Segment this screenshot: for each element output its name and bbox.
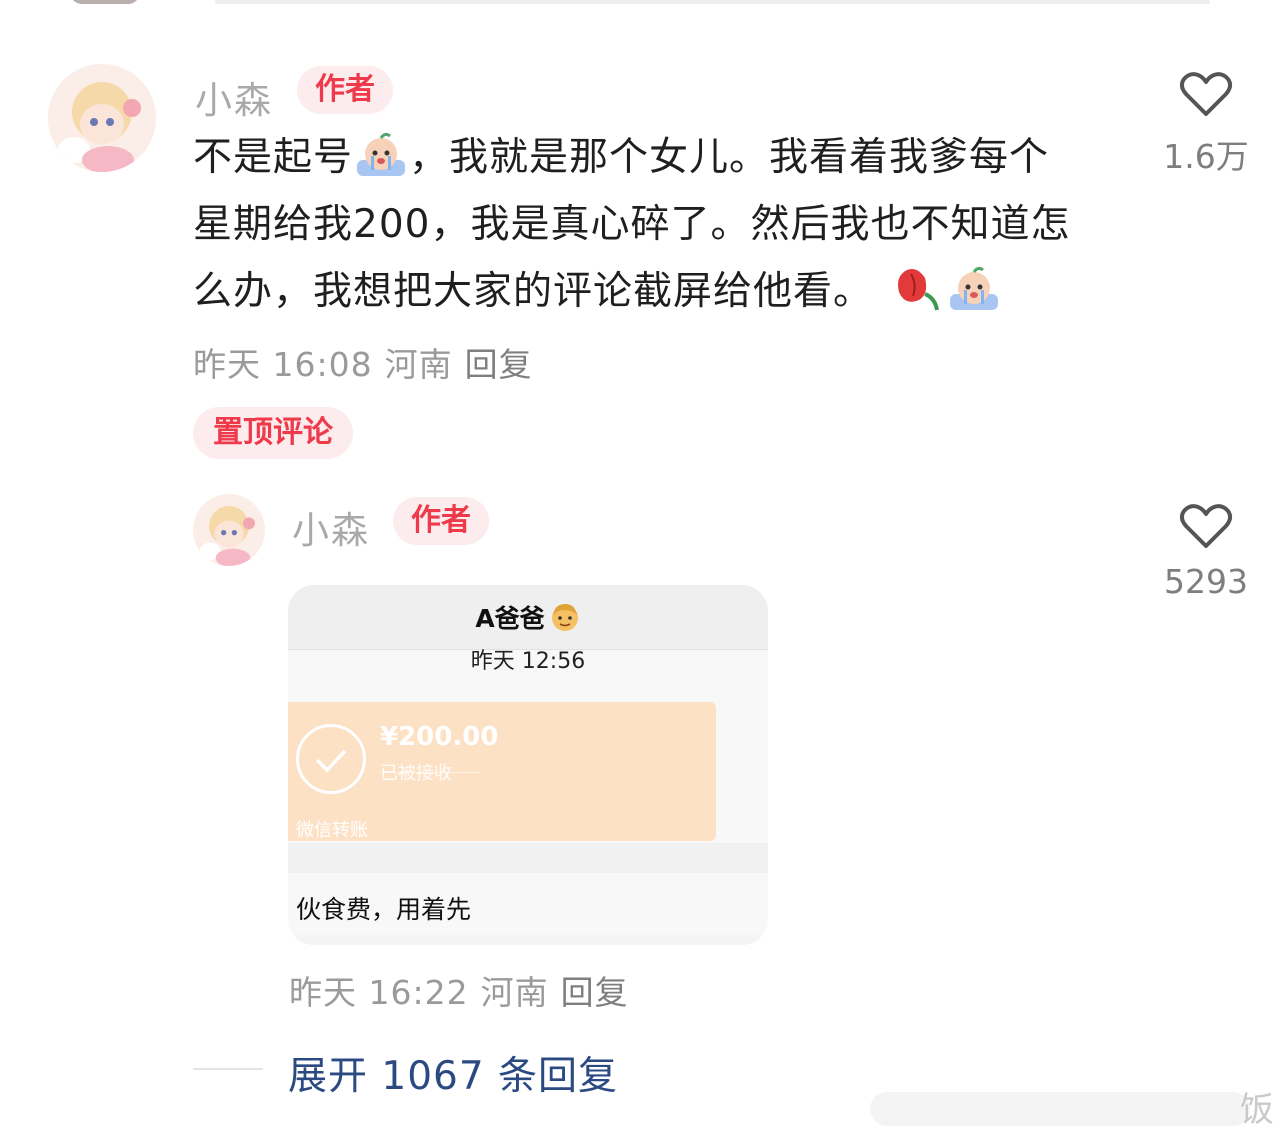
- avatar[interactable]: [48, 64, 156, 172]
- comment-meta: 昨天 16:08 河南 回复: [193, 338, 545, 386]
- crying-emoji-icon: [947, 264, 1001, 312]
- comment-text-line: 星期给我200，我是真心碎了。然后我也不知道怎: [193, 202, 1071, 247]
- transfer-card: ¥200.00 已被接收 微信转账: [288, 702, 716, 841]
- expand-divider: [193, 1068, 263, 1070]
- previous-avatar-edge: [70, 0, 140, 4]
- reply-like-count: 5293: [1164, 562, 1248, 601]
- reply-button[interactable]: 回复: [465, 345, 533, 384]
- transfer-status: 已被接收: [380, 763, 452, 784]
- like-count: 1.6万: [1163, 137, 1249, 176]
- pinned-comment-badge: 置顶评论: [193, 407, 353, 459]
- heart-icon: [1179, 504, 1233, 548]
- expand-replies-link[interactable]: 展开 1067 条回复: [288, 1045, 618, 1101]
- blurred-area: [288, 843, 768, 873]
- previous-comment-edge: [0, 0, 1284, 6]
- reply-avatar[interactable]: [193, 494, 265, 566]
- comment-input-edge[interactable]: [870, 1092, 1250, 1126]
- reply-username[interactable]: 小森: [292, 500, 370, 554]
- chat-timestamp: 昨天 12:56: [470, 649, 586, 674]
- reply-like-button[interactable]: 5293: [1151, 502, 1261, 601]
- man-face-icon: [549, 601, 581, 633]
- comment-username[interactable]: 小森: [195, 70, 273, 124]
- comment-text-part: 不是起号: [193, 135, 354, 180]
- reply-reply-button[interactable]: 回复: [561, 973, 629, 1012]
- reply-meta: 昨天 16:22 河南 回复: [289, 966, 641, 1014]
- wilted-rose-icon: [891, 264, 945, 312]
- attached-screenshot[interactable]: A爸爸 昨天 12:56 ¥200.00 已被接收 微信转账 伙食费，用着先: [288, 585, 768, 945]
- reply-author-badge: 作者: [393, 497, 489, 545]
- check-icon: [296, 724, 366, 794]
- transfer-amount: ¥200.00: [380, 722, 499, 752]
- heart-icon: [1179, 72, 1233, 116]
- like-button[interactable]: 1.6万: [1151, 70, 1261, 178]
- author-badge: 作者: [297, 66, 393, 114]
- chat-message: 伙食费，用着先: [296, 895, 472, 924]
- comment-text: 不是起号 ，我就是那个女儿。我看着我爹每个 星期给我200，我是真心碎了。然后我也…: [193, 124, 1123, 325]
- comment-text-part: ，我就是那个女儿。我看着我爹每个: [409, 135, 1050, 180]
- comment-time: 昨天 16:08: [193, 345, 373, 384]
- chat-contact-name: A爸爸: [475, 604, 545, 633]
- reply-time: 昨天 16:22: [289, 973, 469, 1012]
- comment-location: 河南: [384, 345, 453, 384]
- watermark: 饭: [1240, 1090, 1274, 1130]
- previous-input-edge: [215, 0, 1210, 4]
- reply-location: 河南: [480, 973, 549, 1012]
- chat-header: A爸爸: [288, 585, 768, 650]
- blurred-area-bottom: [288, 935, 768, 945]
- comment-text-part: 么办，我想把大家的评论截屏给他看。: [193, 269, 874, 314]
- transfer-label: 微信转账: [296, 820, 368, 841]
- crying-emoji-icon: [354, 130, 408, 178]
